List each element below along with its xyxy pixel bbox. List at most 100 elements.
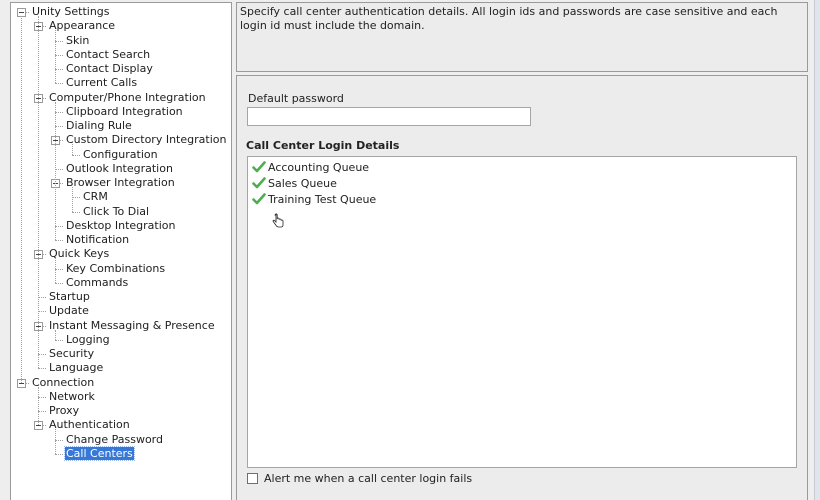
tree-item[interactable]: Current Calls xyxy=(65,76,138,90)
default-password-label: Default password xyxy=(248,92,344,105)
queue-name: Training Test Queue xyxy=(268,192,377,206)
tree-item[interactable]: Quick Keys xyxy=(48,247,110,261)
tree-item-label: Contact Search xyxy=(66,47,151,61)
tree-connector xyxy=(38,368,46,370)
tree-connector xyxy=(55,225,63,227)
tree-item-label: Language xyxy=(49,361,104,375)
tree-guide-line xyxy=(55,429,56,454)
tree-guide-line xyxy=(38,386,39,426)
tree-item-label: Unity Settings xyxy=(32,5,110,18)
queue-item[interactable]: Accounting Queue xyxy=(252,159,796,175)
settings-tree[interactable]: Unity Settings Appearance Skin Contact Sear… xyxy=(10,2,232,500)
hand-cursor-icon xyxy=(272,213,284,228)
tree-item-label: Change Password xyxy=(66,432,163,446)
tree-connector xyxy=(55,282,63,284)
tree-item-label: Authentication xyxy=(49,418,130,432)
tree-item-label: Click To Dial xyxy=(83,204,150,218)
tree-item[interactable]: Appearance xyxy=(48,19,116,33)
tree-item-label: Key Combinations xyxy=(66,261,166,275)
window-edge xyxy=(814,0,820,500)
tree-item[interactable]: Clipboard Integration xyxy=(65,105,184,119)
tree-item[interactable]: Dialing Rule xyxy=(65,119,133,133)
tree-item[interactable]: Authentication xyxy=(48,418,131,432)
tree-item-label: Configuration xyxy=(83,147,158,161)
tree-item[interactable]: Outlook Integration xyxy=(65,162,174,176)
tree-item-label: Network xyxy=(49,389,95,403)
tree-item-label: Dialing Rule xyxy=(66,119,132,132)
tree-item-label: Connection xyxy=(32,375,95,389)
tree-connector xyxy=(55,268,63,270)
tree-item-label: Update xyxy=(49,304,89,318)
tree-connector xyxy=(55,69,63,70)
check-icon xyxy=(252,161,266,173)
tree-item[interactable]: Proxy xyxy=(48,404,80,418)
tree-item-label: Notification xyxy=(66,233,130,246)
tree-item[interactable]: Update xyxy=(48,304,90,318)
tree-item-label: Contact Display xyxy=(66,62,153,75)
tree-item[interactable]: CRM xyxy=(82,190,109,204)
default-password-input[interactable] xyxy=(247,107,531,126)
tree-item[interactable]: Change Password xyxy=(65,433,164,447)
tree-item[interactable]: Instant Messaging & Presence xyxy=(48,319,216,333)
tree-item[interactable]: Connection xyxy=(31,376,95,390)
tree-item[interactable]: Contact Display xyxy=(65,62,154,76)
login-details-title: Call Center Login Details xyxy=(246,139,400,152)
tree-item-label: Proxy xyxy=(49,404,80,417)
tree-connector xyxy=(55,111,63,113)
tree-connector xyxy=(55,126,63,127)
tree-guide-line xyxy=(72,187,73,212)
tree-connector xyxy=(72,154,80,156)
tree-connector xyxy=(38,311,46,313)
tree-item[interactable]: Computer/Phone Integration xyxy=(48,91,207,105)
tree-guide-line xyxy=(55,101,56,240)
tree-item-label: Custom Directory Integration xyxy=(66,133,227,147)
tree-connector xyxy=(55,83,63,85)
queue-list[interactable]: Accounting Queue Sales Queue Training Test… xyxy=(247,156,797,468)
tree-item[interactable]: Browser Integration xyxy=(65,176,176,190)
tree-guide-line xyxy=(38,16,39,369)
tree-connector xyxy=(55,40,63,42)
tree-item[interactable]: Logging xyxy=(65,333,111,347)
tree-item[interactable]: Language xyxy=(48,361,104,375)
tree-item-label: Browser Integration xyxy=(66,176,175,189)
tree-connector xyxy=(55,439,63,441)
description-text: Specify call center authentication detai… xyxy=(240,5,778,32)
tree-guide-line xyxy=(55,30,56,84)
tree-item[interactable]: Notification xyxy=(65,233,130,247)
queue-name: Accounting Queue xyxy=(268,160,370,174)
queue-item[interactable]: Training Test Queue xyxy=(252,191,796,207)
alert-label: Alert me when a call center login fails xyxy=(264,472,473,485)
tree-item-label: Desktop Integration xyxy=(66,218,176,232)
tree-item-label: CRM xyxy=(83,190,108,204)
tree-guide-line xyxy=(55,329,56,340)
queue-item[interactable]: Sales Queue xyxy=(252,175,796,191)
queue-name: Sales Queue xyxy=(268,176,337,190)
tree-item[interactable]: Configuration xyxy=(82,148,159,162)
settings-window: Unity Settings Appearance Skin Contact Sear… xyxy=(0,0,820,500)
tree-item[interactable]: Custom Directory Integration xyxy=(65,133,227,147)
tree-item-label: Outlook Integration xyxy=(66,161,173,175)
alert-option[interactable]: Alert me when a call center login fails xyxy=(247,472,472,485)
tree-item[interactable]: Skin xyxy=(65,34,90,48)
tree-connector xyxy=(55,54,63,56)
tree-connector xyxy=(55,453,63,455)
tree-item[interactable]: Security xyxy=(48,347,95,361)
tree-item[interactable]: Unity Settings xyxy=(31,5,111,19)
tree-item[interactable]: Desktop Integration xyxy=(65,219,176,233)
tree-item[interactable]: Contact Search xyxy=(65,48,151,62)
tree-item[interactable]: Key Combinations xyxy=(65,262,166,276)
tree-item[interactable]: Click To Dial xyxy=(82,205,150,219)
tree-item-label: Startup xyxy=(49,290,90,303)
alert-checkbox[interactable] xyxy=(247,473,258,484)
description-panel: Specify call center authentication detai… xyxy=(236,2,808,72)
tree-item[interactable]: Network xyxy=(48,390,96,404)
tree-item-label: Commands xyxy=(66,275,129,289)
tree-item-label: Current Calls xyxy=(66,76,138,90)
tree-connector xyxy=(72,197,80,199)
tree-item-label: Skin xyxy=(66,33,90,47)
call-centers-panel: Default password Call Center Login Detai… xyxy=(236,75,808,500)
tree-item[interactable]: Call Centers xyxy=(64,445,135,461)
tree-connector xyxy=(55,168,63,170)
tree-item[interactable]: Commands xyxy=(65,276,129,290)
tree-item[interactable]: Startup xyxy=(48,290,91,304)
